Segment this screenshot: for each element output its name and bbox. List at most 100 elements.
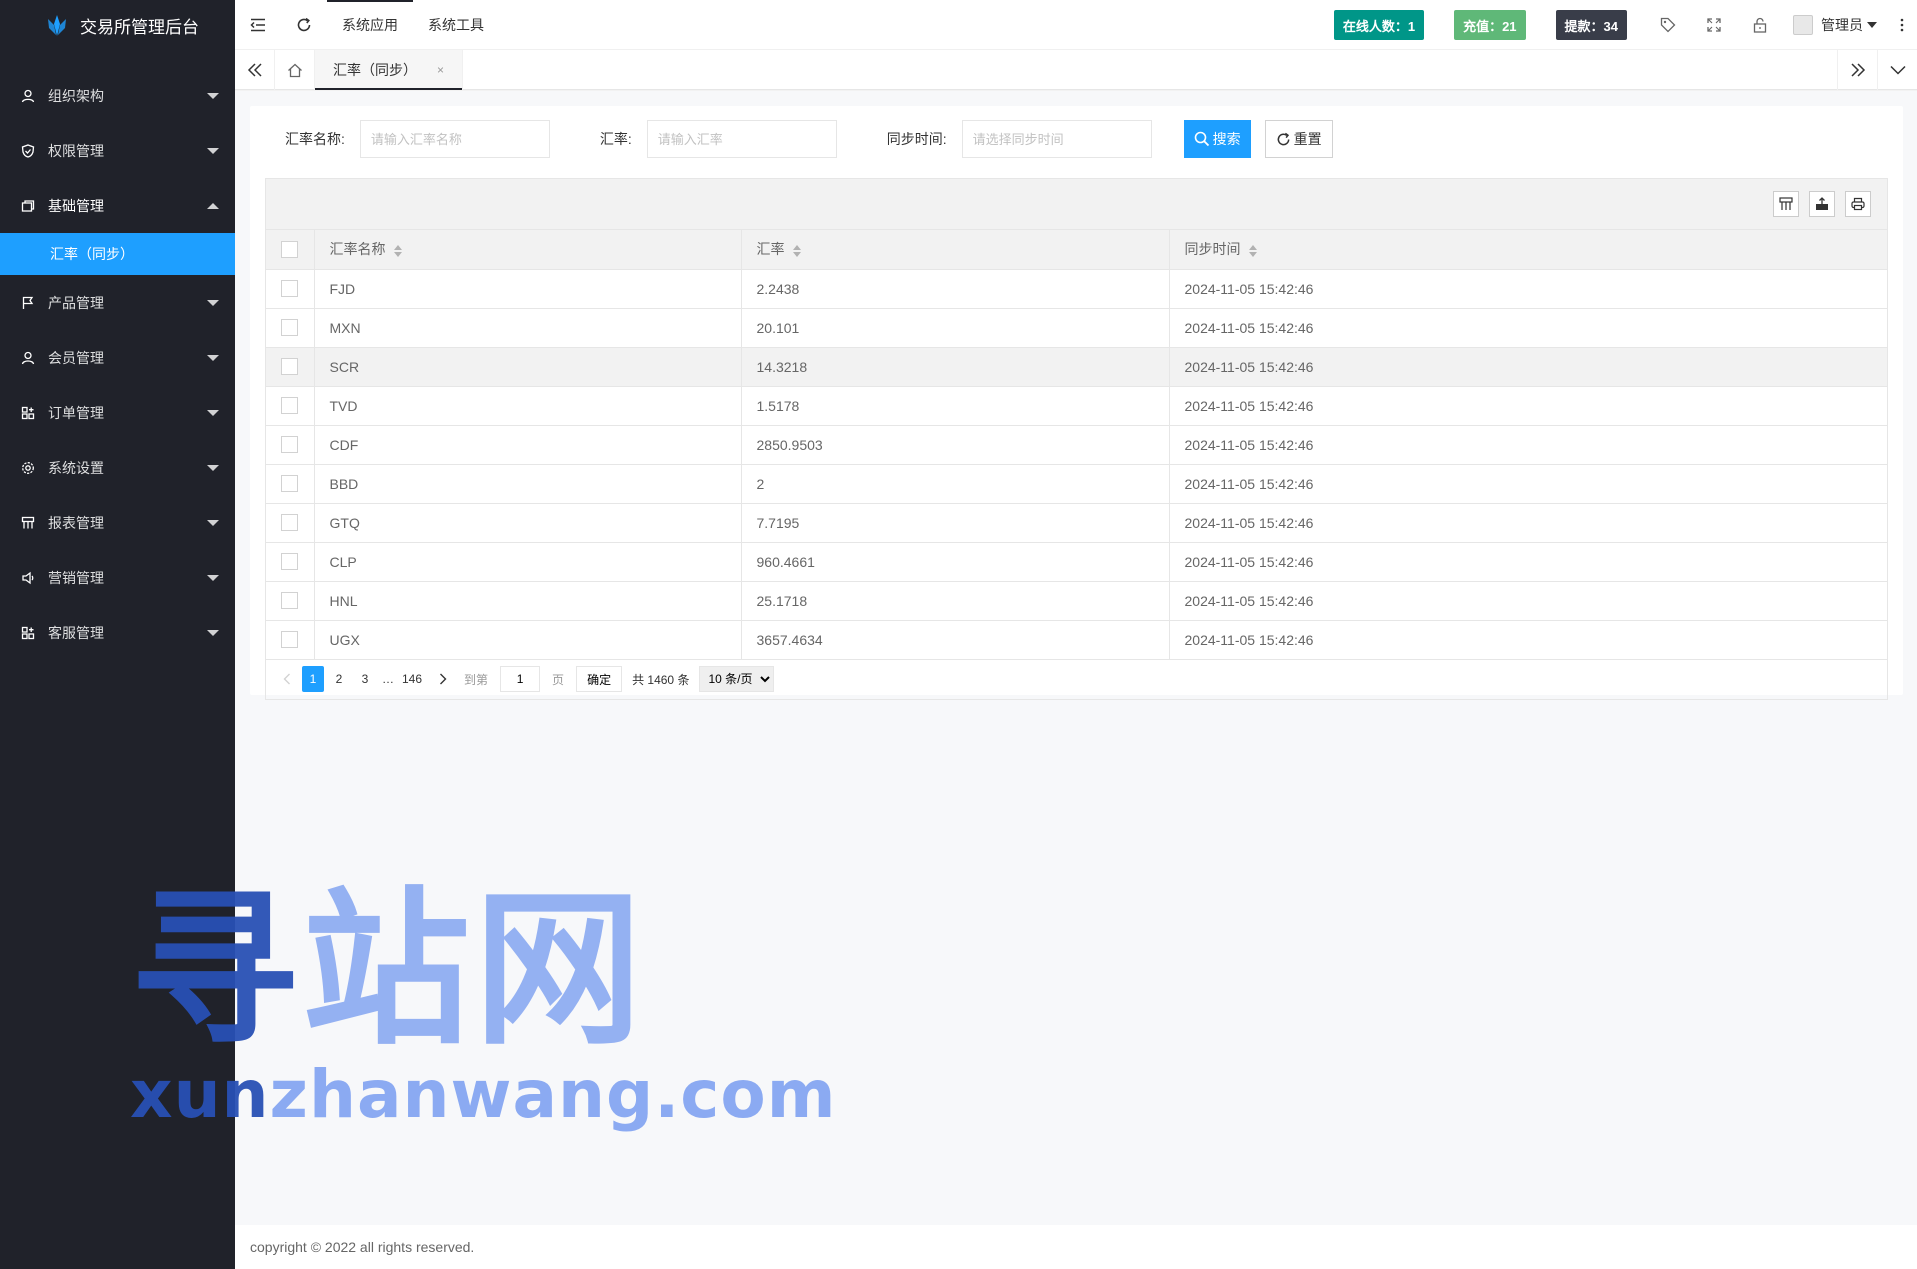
select-all-checkbox[interactable] xyxy=(281,241,299,259)
next-page-button[interactable] xyxy=(432,666,454,692)
sort-icon[interactable] xyxy=(792,244,801,257)
sidebar-item-settings[interactable]: 系统设置 xyxy=(0,440,235,495)
table-row[interactable]: CDF 2850.9503 2024-11-05 15:42:46 xyxy=(266,425,1887,465)
sync-time-input[interactable] xyxy=(961,120,1152,158)
sidebar-subitem-exchange-rate[interactable]: 汇率（同步） xyxy=(0,233,235,275)
online-count-badge[interactable]: 在线人数：1 xyxy=(1333,10,1425,40)
double-chevron-right-icon xyxy=(1850,63,1865,77)
row-checkbox[interactable] xyxy=(281,553,299,571)
export-button[interactable] xyxy=(1809,191,1835,217)
refresh-icon xyxy=(1277,132,1290,145)
page-button-last[interactable]: 146 xyxy=(396,666,428,692)
user-icon xyxy=(20,88,36,104)
sidebar-item-service[interactable]: 客服管理 xyxy=(0,605,235,660)
row-checkbox-cell xyxy=(266,308,315,348)
sidebar-item-order[interactable]: 订单管理 xyxy=(0,385,235,440)
tabs-scroll-right-button[interactable] xyxy=(1837,50,1877,90)
more-button[interactable] xyxy=(1887,0,1917,50)
theme-button[interactable] xyxy=(1645,0,1691,50)
row-checkbox[interactable] xyxy=(281,319,299,337)
table-row[interactable]: TVD 1.5178 2024-11-05 15:42:46 xyxy=(266,386,1887,426)
table-row[interactable]: CLP 960.4661 2024-11-05 15:42:46 xyxy=(266,542,1887,582)
cell-rate: 14.3218 xyxy=(741,347,1170,387)
sort-icon[interactable] xyxy=(393,244,402,257)
row-checkbox[interactable] xyxy=(281,475,299,493)
rate-name-input[interactable] xyxy=(359,120,550,158)
sidebar-item-label: 订单管理 xyxy=(48,404,104,421)
goto-confirm-button[interactable]: 确定 xyxy=(576,666,623,692)
table-row[interactable]: GTQ 7.7195 2024-11-05 15:42:46 xyxy=(266,503,1887,543)
sidebar-item-label: 会员管理 xyxy=(48,349,104,366)
reset-button[interactable]: 重置 xyxy=(1264,120,1333,158)
withdraw-count-badge[interactable]: 提款：34 xyxy=(1555,10,1627,40)
tabs-menu-button[interactable] xyxy=(1877,50,1917,90)
sidebar-item-product[interactable]: 产品管理 xyxy=(0,275,235,330)
row-checkbox[interactable] xyxy=(281,397,299,415)
columns-filter-button[interactable] xyxy=(1773,191,1799,217)
menu-fold-icon xyxy=(250,18,265,31)
row-checkbox[interactable] xyxy=(281,514,299,532)
sort-icon[interactable] xyxy=(1248,244,1257,257)
cell-time: 2024-11-05 15:42:46 xyxy=(1169,386,1887,426)
tab-system-apps[interactable]: 系统应用 xyxy=(327,0,413,50)
row-checkbox[interactable] xyxy=(281,280,299,298)
page-button-1[interactable]: 1 xyxy=(302,666,324,692)
table-row[interactable]: FJD 2.2438 2024-11-05 15:42:46 xyxy=(266,269,1887,309)
column-header-rate[interactable]: 汇率 xyxy=(741,230,1170,270)
fullscreen-button[interactable] xyxy=(1691,0,1737,50)
table-row[interactable]: BBD 2 2024-11-05 15:42:46 xyxy=(266,464,1887,504)
row-checkbox-cell xyxy=(266,386,315,426)
page-unit-label: 页 xyxy=(552,672,565,687)
page-tab-exchange-rate[interactable]: 汇率（同步） × xyxy=(315,50,464,90)
page-button-3[interactable]: 3 xyxy=(354,666,376,692)
refresh-button[interactable] xyxy=(281,0,327,50)
chevron-down-icon xyxy=(207,409,219,416)
row-checkbox[interactable] xyxy=(281,592,299,610)
table-row[interactable]: UGX 3657.4634 2024-11-05 15:42:46 xyxy=(266,620,1887,660)
rate-input[interactable] xyxy=(646,120,837,158)
tabs-scroll-left-button[interactable] xyxy=(235,50,275,90)
goto-page-input[interactable] xyxy=(500,666,541,692)
user-menu[interactable]: 管理员 xyxy=(1783,0,1887,50)
table-row[interactable]: SCR 14.3218 2024-11-05 15:42:46 xyxy=(266,347,1887,387)
sidebar-item-marketing[interactable]: 营销管理 xyxy=(0,550,235,605)
row-checkbox[interactable] xyxy=(281,358,299,376)
cell-name: SCR xyxy=(314,347,742,387)
print-button[interactable] xyxy=(1845,191,1871,217)
cell-time: 2024-11-05 15:42:46 xyxy=(1169,542,1887,582)
sidebar-item-basic[interactable]: 基础管理 xyxy=(0,178,235,233)
sidebar-item-label: 营销管理 xyxy=(48,569,104,586)
table-row[interactable]: HNL 25.1718 2024-11-05 15:42:46 xyxy=(266,581,1887,621)
collapse-sidebar-button[interactable] xyxy=(235,0,281,50)
page-button-2[interactable]: 2 xyxy=(328,666,350,692)
page-ellipsis: … xyxy=(382,672,394,686)
row-checkbox[interactable] xyxy=(281,436,299,454)
sidebar-subitem-label: 汇率（同步） xyxy=(50,246,134,262)
search-button[interactable]: 搜索 xyxy=(1183,120,1251,158)
page-size-select[interactable]: 10 条/页 xyxy=(699,666,775,692)
sidebar-item-member[interactable]: 会员管理 xyxy=(0,330,235,385)
cell-name: UGX xyxy=(314,620,742,660)
lock-screen-button[interactable] xyxy=(1737,0,1783,50)
app-logo[interactable]: 交易所管理后台 xyxy=(0,0,235,50)
row-checkbox[interactable] xyxy=(281,631,299,649)
cell-rate: 7.7195 xyxy=(741,503,1170,543)
column-header-name[interactable]: 汇率名称 xyxy=(314,230,742,270)
sidebar-item-permission[interactable]: 权限管理 xyxy=(0,123,235,178)
header-right: 在线人数：1 充值：21 提款：34 管理员 xyxy=(1333,0,1917,50)
row-checkbox-cell xyxy=(266,347,315,387)
recharge-count-badge[interactable]: 充值：21 xyxy=(1454,10,1526,40)
home-tab-button[interactable] xyxy=(275,50,315,90)
search-icon xyxy=(1194,131,1209,147)
field-label: 汇率: xyxy=(599,131,632,147)
table-row[interactable]: MXN 20.101 2024-11-05 15:42:46 xyxy=(266,308,1887,348)
sidebar-item-report[interactable]: 报表管理 xyxy=(0,495,235,550)
row-checkbox-cell xyxy=(266,503,315,543)
sidebar-item-org[interactable]: 组织架构 xyxy=(0,68,235,123)
close-icon[interactable]: × xyxy=(437,63,444,77)
sidebar-item-label: 组织架构 xyxy=(48,87,104,104)
column-header-time[interactable]: 同步时间 xyxy=(1169,230,1887,270)
database-icon xyxy=(20,198,36,214)
tab-system-tools[interactable]: 系统工具 xyxy=(413,0,499,50)
prev-page-button[interactable] xyxy=(276,666,298,692)
